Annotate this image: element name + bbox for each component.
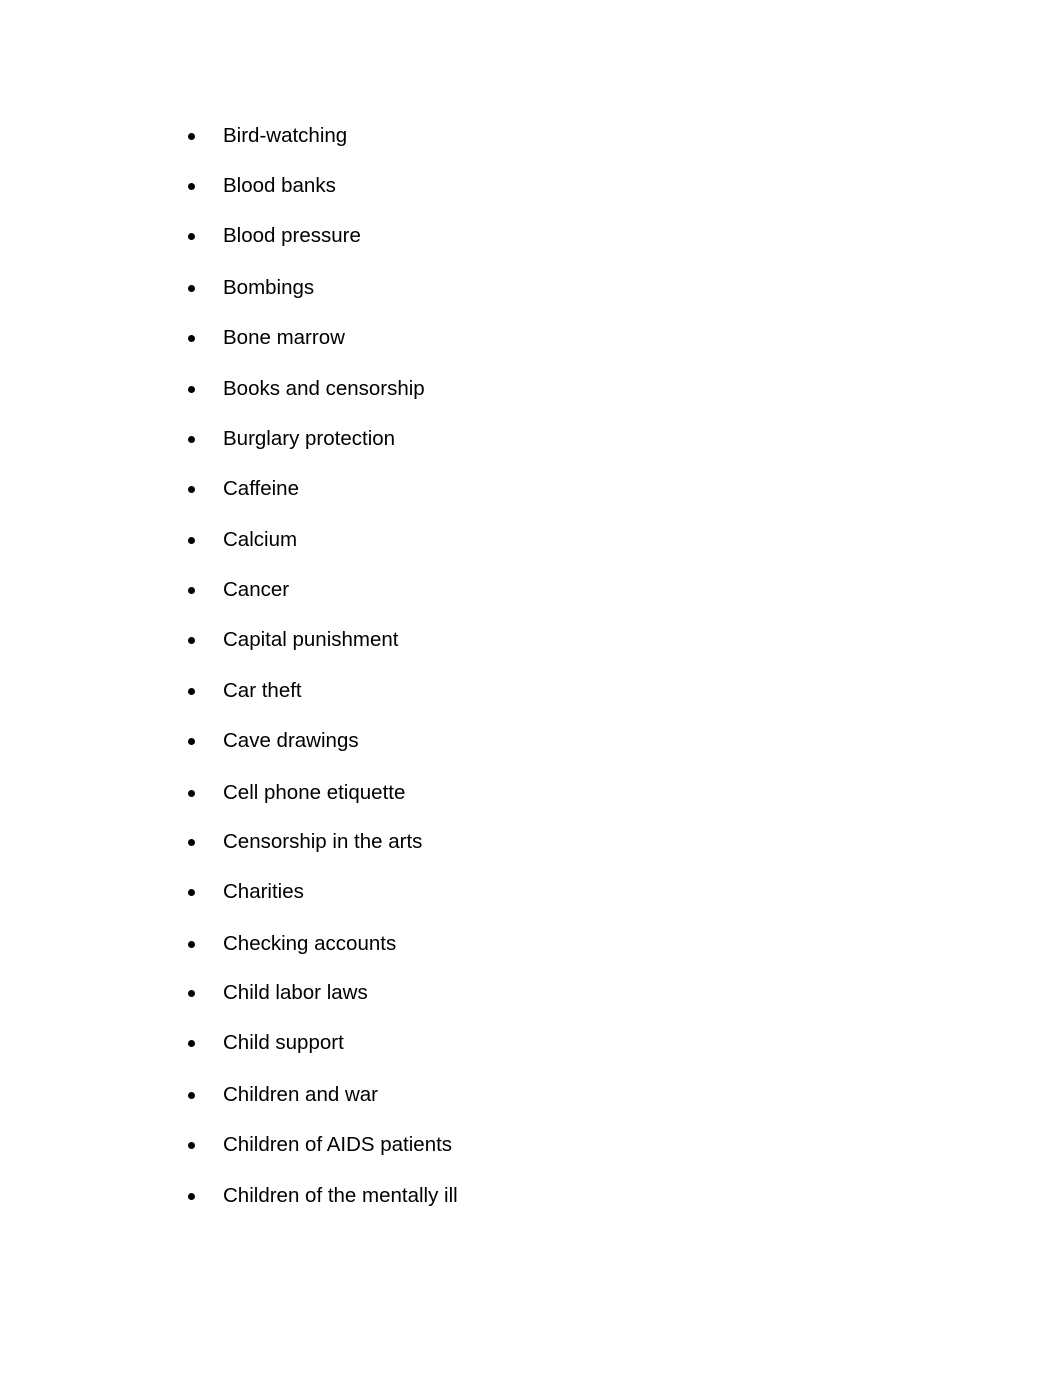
bullet-icon: [188, 789, 195, 797]
list-item: Censorship in the arts: [184, 830, 422, 854]
list-item: Capital punishment: [184, 628, 399, 652]
bullet-icon: [188, 485, 195, 493]
list-item-text: Car theft: [223, 679, 302, 702]
bullet-icon: [188, 232, 195, 240]
bullet-icon: [188, 737, 195, 745]
bullet-icon: [188, 838, 195, 846]
list-item-text: Children and war: [223, 1083, 378, 1106]
list-item: Children of AIDS patients: [184, 1133, 452, 1157]
bullet-icon: [188, 385, 195, 393]
list-item-text: Capital punishment: [223, 628, 399, 651]
list-item: Car theft: [184, 679, 302, 703]
list-item: Child support: [184, 1031, 344, 1055]
bullet-icon: [188, 687, 195, 695]
list-item: Bone marrow: [184, 326, 345, 350]
bullet-icon: [188, 1091, 195, 1099]
bullet-icon: [188, 435, 195, 443]
list-item: Blood banks: [184, 174, 336, 198]
list-item-text: Children of the mentally ill: [223, 1184, 458, 1207]
bullet-icon: [188, 182, 195, 190]
bullet-icon: [188, 989, 195, 997]
list-item-text: Cancer: [223, 578, 290, 601]
list-item: Caffeine: [184, 477, 299, 501]
list-item: Children and war: [184, 1083, 378, 1107]
list-item: Bombings: [184, 276, 314, 300]
list-item: Burglary protection: [184, 427, 395, 451]
list-item: Books and censorship: [184, 377, 425, 401]
list-item-text: Checking accounts: [223, 932, 397, 955]
list-item-text: Child labor laws: [223, 981, 368, 1004]
list-item-text: Censorship in the arts: [223, 830, 423, 853]
list-item-text: Books and censorship: [223, 377, 425, 400]
list-item: Child labor laws: [184, 981, 368, 1005]
list-item: Charities: [184, 880, 304, 904]
list-item-text: Cell phone etiquette: [223, 781, 406, 804]
list-item-text: Caffeine: [223, 477, 299, 500]
bullet-icon: [188, 1141, 195, 1149]
bullet-icon: [188, 536, 195, 544]
list-item-text: Bone marrow: [223, 326, 345, 349]
bullet-icon: [188, 1039, 195, 1047]
list-item-text: Cave drawings: [223, 729, 359, 752]
list-item-text: Blood banks: [223, 174, 336, 197]
bullet-icon: [188, 636, 195, 644]
list-item-text: Burglary protection: [223, 427, 396, 450]
list-item: Cave drawings: [184, 729, 359, 753]
list-item-text: Children of AIDS patients: [223, 1133, 453, 1156]
list-item: Blood pressure: [184, 224, 361, 248]
list-item-text: Blood pressure: [223, 224, 361, 247]
list-item-text: Bird-watching: [223, 124, 348, 147]
bullet-icon: [188, 888, 195, 896]
list-item: Children of the mentally ill: [184, 1184, 458, 1208]
bullet-icon: [188, 586, 195, 594]
bullet-icon: [188, 1192, 195, 1200]
bullet-icon: [188, 334, 195, 342]
list-item: Cancer: [184, 578, 289, 602]
list-item: Bird-watching: [184, 124, 347, 148]
list-item: Cell phone etiquette: [184, 781, 405, 805]
bullet-icon: [188, 132, 195, 140]
list-item: Calcium: [184, 528, 297, 552]
list-item-text: Bombings: [223, 276, 315, 299]
document-page: Bird-watching Blood banks Blood pressure Bo…: [0, 0, 1062, 1376]
bullet-icon: [188, 940, 195, 948]
list-item-text: Charities: [223, 880, 304, 903]
list-item: Checking accounts: [184, 932, 396, 956]
bullet-icon: [188, 284, 195, 292]
list-item-text: Child support: [223, 1031, 344, 1054]
list-item-text: Calcium: [223, 528, 298, 551]
